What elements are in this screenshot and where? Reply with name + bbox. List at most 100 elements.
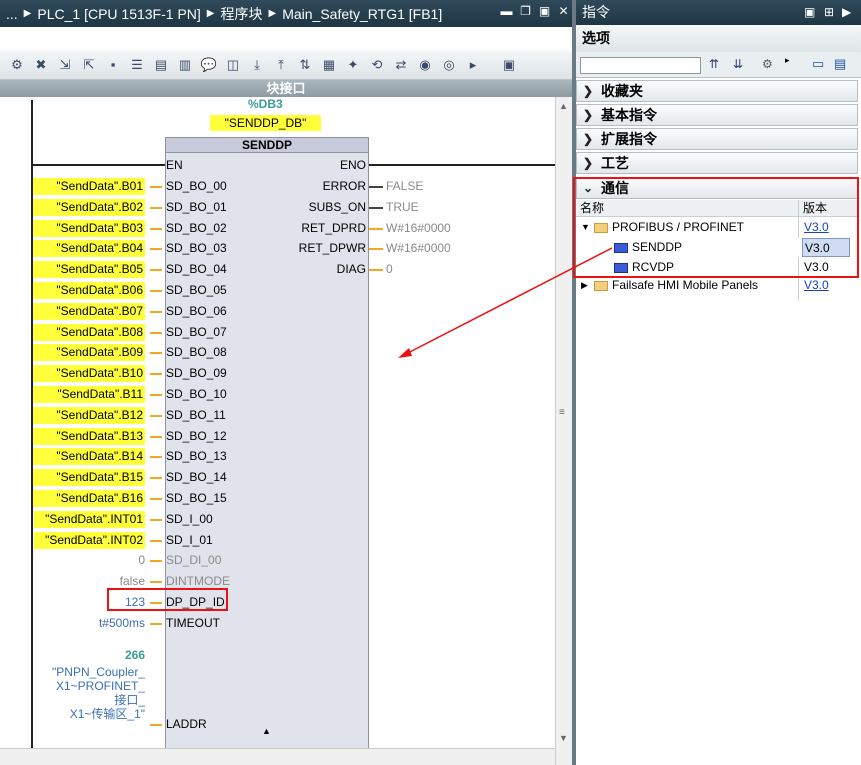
breadcrumb-plc[interactable]: PLC_1 [CPU 1513F-1 PN] [37,6,200,22]
argument-sd-i-01[interactable]: "SendData".INT02 [34,531,145,549]
section-favorites[interactable]: ❯ 收藏夹 [576,80,858,102]
section-technology[interactable]: ❯ 工艺 [576,152,858,174]
laddr-line: 接口_ [114,693,145,707]
more-icon[interactable]: ▸ [785,55,790,66]
argument-sd-bo-00[interactable]: "SendData".B01 [33,178,145,195]
insert-network-icon[interactable]: ⇱ [80,56,98,74]
view-icon[interactable]: ▭ [812,56,824,72]
collapse-arrow-icon[interactable]: ▲ [262,726,271,736]
delete-network-icon[interactable]: ✖ [32,56,50,74]
argument-sd-bo-05[interactable]: "SendData".B06 [33,282,145,299]
argument-sd-bo-06[interactable]: "SendData".B07 [33,302,145,320]
pin-sd-bo-12: SD_BO_12 [166,428,227,443]
instance-db-name[interactable]: "SENDDP_DB" [210,115,321,131]
instruction-search-input[interactable] [580,57,701,74]
maximize-icon[interactable]: ▣ [538,5,551,18]
argument-sd-bo-08[interactable]: "SendData".B09 [33,344,145,362]
argument-sd-bo-13[interactable]: "SendData".B14 [33,448,145,466]
monitor-icon[interactable]: ⇅ [296,56,314,74]
horizontal-scrollbar[interactable] [0,748,555,765]
absolute-address-icon[interactable]: ▦ [320,56,338,74]
scroll-grip-icon[interactable]: ≡ [559,407,565,418]
dock-icon[interactable]: ▣ [804,0,815,25]
argument-sd-bo-11[interactable]: "SendData".B12 [33,406,145,424]
blue-table-icon[interactable]: ▥ [176,56,194,74]
list-icon[interactable]: ☰ [128,56,146,74]
sort-up-icon[interactable]: ⇈ [709,57,719,71]
restore-icon[interactable]: ❐ [519,5,532,18]
argument-timeout[interactable]: t#500ms [40,615,145,632]
more-icon[interactable]: ▸ [464,56,482,74]
pin-sd-bo-08: SD_BO_08 [166,345,227,360]
argument-ret-dprd[interactable]: W#16#0000 [386,220,451,237]
laddr-line: "PNPN_Coupler_ [52,665,145,679]
section-basic[interactable]: ❯ 基本指令 [576,104,858,126]
output-wire [369,186,383,188]
argument-sd-bo-12[interactable]: "SendData".B13 [33,427,145,445]
insert-icon[interactable]: ⇲ [56,56,74,74]
sort-down-icon[interactable]: ⇊ [733,57,743,71]
pin-sd-bo-07: SD_BO_07 [166,324,227,339]
argument-sd-bo-15[interactable]: "SendData".B16 [33,490,145,507]
laddr-line: X1~传输区_1" [69,707,145,721]
argument-sd-bo-14[interactable]: "SendData".B15 [33,469,145,487]
editor-header-gap [0,27,572,50]
argument-diag[interactable]: 0 [386,261,393,278]
input-wire [150,206,162,209]
close-icon[interactable]: ✕ [557,5,570,18]
section-label: 收藏夹 [601,83,643,99]
function-block-title: SENDDP [165,137,369,153]
scroll-down-icon[interactable]: ▼ [559,733,568,743]
db-address: %DB3 [248,99,283,111]
toggle-icon[interactable]: ▪ [104,56,122,74]
breadcrumb-program-blocks[interactable]: 程序块 [220,4,262,24]
pin-dintmode: DINTMODE [166,574,230,589]
pin-icon[interactable]: ⊞ [824,0,834,25]
view-icon[interactable]: ◫ [224,56,242,74]
arrow-right-icon[interactable]: ▶ [842,0,851,25]
network-icon[interactable]: ⚙ [8,56,26,74]
input-wire [150,248,162,251]
minimize-icon[interactable]: ▬ [500,5,513,18]
vertical-scrollbar[interactable]: ▲ ≡ ▼ [555,97,572,765]
instructions-title: 指令 [582,4,610,20]
argument-sd-bo-10[interactable]: "SendData".B11 [33,386,145,403]
scroll-up-icon[interactable]: ▲ [559,101,568,111]
argument-sd-bo-02[interactable]: "SendData".B03 [33,219,145,237]
force-icon[interactable]: ◎ [440,56,458,74]
input-wire [150,435,162,438]
pin-diag: DIAG [336,262,366,277]
argument-sd-bo-01[interactable]: "SendData".B02 [33,198,145,216]
list-view-icon[interactable]: ▤ [834,56,846,72]
pin-en: EN [166,158,183,172]
expand-right-icon[interactable]: ▶ [581,276,588,295]
argument-ret-dpwr[interactable]: W#16#0000 [386,240,451,257]
argument-sd-bo-04[interactable]: "SendData".B05 [33,261,145,279]
split-view-icon[interactable]: ▣ [500,56,518,74]
breadcrumb-0[interactable]: ... [6,6,18,22]
argument-sd-bo-03[interactable]: "SendData".B04 [33,240,145,258]
filter-icon[interactable]: ⚙ [762,57,773,71]
settings-icon[interactable]: ✦ [344,56,362,74]
input-wire [150,622,162,625]
argument-sd-di-00[interactable]: 0 [40,552,145,569]
upload-icon[interactable]: ⤒ [272,56,290,74]
watch-icon[interactable]: ◉ [416,56,434,74]
compare-icon[interactable]: ⇄ [392,56,410,74]
go-to-icon[interactable]: ⟲ [368,56,386,74]
laddr-argument[interactable]: "PNPN_Coupler_ X1~PROFINET_ 接口_ X1~传输区_1… [40,665,145,721]
table-icon[interactable]: ▤ [152,56,170,74]
version-link[interactable]: V3.0 [802,276,850,295]
input-wire [150,560,162,563]
argument-sd-bo-07[interactable]: "SendData".B08 [33,323,145,341]
argument-sd-bo-09[interactable]: "SendData".B10 [33,365,145,383]
pin-sd-bo-09: SD_BO_09 [166,366,227,381]
breadcrumb-fb[interactable]: Main_Safety_RTG1 [FB1] [282,6,442,22]
section-extended[interactable]: ❯ 扩展指令 [576,128,858,150]
comment-icon[interactable]: 💬 [200,56,218,74]
argument-subs-on[interactable]: TRUE [386,199,419,216]
download-icon[interactable]: ⤓ [248,56,266,74]
block-interface-bar[interactable]: 块接口 [0,80,572,97]
argument-sd-i-00[interactable]: "SendData".INT01 [34,510,145,528]
argument-error[interactable]: FALSE [386,178,423,195]
